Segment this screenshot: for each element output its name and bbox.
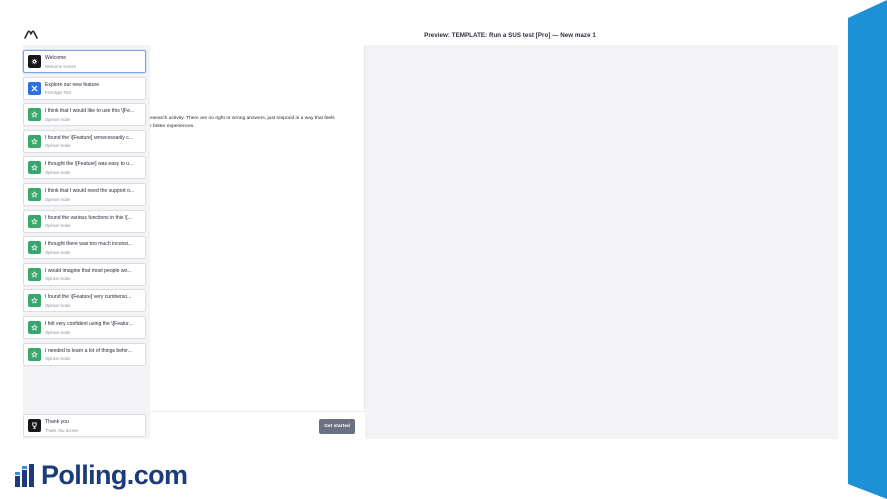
block-item[interactable]: I think that I would need the support o.… — [23, 183, 146, 206]
accent-stripe — [848, 0, 887, 499]
block-item[interactable]: I found the \[Feature] unnecessarily c..… — [23, 129, 146, 153]
block-type: Opinion Scale — [45, 329, 71, 335]
star-icon — [28, 267, 41, 281]
star-icon — [28, 241, 41, 255]
block-title: Thank you — [45, 419, 69, 425]
block-type: Opinion Scale — [45, 276, 71, 282]
block-type: Welcome Screen — [45, 63, 77, 69]
star-icon — [28, 347, 41, 361]
star-icon — [28, 294, 41, 308]
block-item[interactable]: I would imagine that most people wo... Op… — [23, 262, 146, 286]
welcome-message-line-1: esearch activity. There are no right or … — [150, 116, 335, 121]
block-title: I think that I would like to use this \[… — [45, 108, 135, 115]
get-started-button[interactable]: Get started — [319, 419, 355, 434]
block-type: Opinion Scale — [45, 196, 71, 202]
polling-brand: Polling.com — [14, 459, 188, 490]
block-title: I felt very confident using the \[Featur… — [45, 321, 133, 327]
star-icon — [28, 188, 41, 201]
block-item[interactable]: Welcome Welcome Screen — [23, 50, 146, 73]
block-type: Opinion Scale — [45, 143, 71, 149]
block-item[interactable]: I found the various functions in this \[… — [23, 209, 146, 233]
star-icon — [28, 108, 41, 122]
block-title: I found the \[Feature] unnecessarily c..… — [45, 134, 134, 141]
block-title: I would imagine that most people wo... — [45, 267, 132, 274]
brand-name: Polling.com — [41, 459, 188, 490]
polling-logo-icon — [15, 464, 34, 487]
prototype-canvas — [366, 45, 838, 439]
block-type: Opinion Scale — [45, 169, 71, 175]
welcome-message: esearch activity. There are no right or … — [150, 115, 355, 130]
block-title: I think that I would need the support o.… — [45, 188, 135, 194]
star-icon — [28, 161, 41, 175]
block-thank-you[interactable]: Thank you Thank You Screen — [23, 414, 146, 437]
block-title: Explore our new feature — [45, 81, 100, 88]
star-icon — [28, 214, 41, 228]
block-item[interactable]: I thought the \[Feature] was easy to u..… — [23, 156, 146, 180]
star-icon — [28, 134, 41, 148]
block-item[interactable]: I thought there was too much inconsi... O… — [23, 236, 146, 260]
block-type: Thank You Screen — [45, 427, 79, 433]
block-type: Opinion Scale — [45, 356, 71, 362]
welcome-message-line-2: r better experiences. — [150, 123, 195, 129]
block-type: Opinion Scale — [45, 249, 71, 255]
block-title: I found the various functions in this \[… — [45, 214, 132, 221]
block-item[interactable]: I think that I would like to use this \[… — [23, 103, 146, 127]
cross-icon — [28, 81, 41, 95]
block-title: I thought the \[Feature] was easy to u..… — [45, 161, 134, 168]
block-title: Welcome — [45, 55, 67, 61]
gear-icon — [28, 55, 41, 68]
block-type: Prototype Test — [45, 90, 72, 96]
block-type: Opinion Scale — [45, 223, 71, 229]
block-title: I needed to learn a lot of things befor.… — [45, 347, 132, 354]
maze-logo-icon — [24, 30, 38, 39]
star-icon — [28, 321, 41, 334]
block-type: Opinion Scale — [45, 302, 71, 308]
page-title: Preview: TEMPLATE: Run a SUS test [Pro] … — [424, 32, 596, 39]
block-type: Opinion Scale — [45, 116, 71, 122]
block-item[interactable]: Explore our new feature Prototype Test — [23, 76, 146, 100]
block-item[interactable]: I needed to learn a lot of things befor.… — [23, 342, 146, 366]
preview-pane — [150, 45, 365, 439]
block-title: I thought there was too much inconsi... — [45, 241, 133, 248]
trophy-icon — [28, 419, 41, 432]
block-title: I found the \[Feature] very cumberso... — [45, 294, 132, 301]
block-item[interactable]: I felt very confident using the \[Featur… — [23, 316, 146, 339]
block-item[interactable]: I found the \[Feature] very cumberso... O… — [23, 289, 146, 313]
